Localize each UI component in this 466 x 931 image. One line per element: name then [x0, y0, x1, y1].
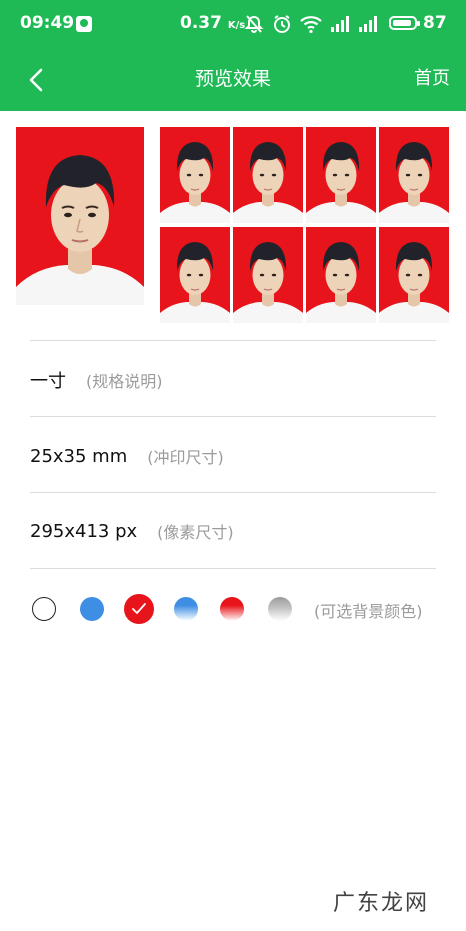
divider	[30, 416, 436, 417]
divider	[30, 492, 436, 493]
spec-pixel-note: (像素尺寸)	[157, 523, 234, 542]
network-speed: 0.37 K/s	[180, 13, 245, 33]
watermark: 广东龙网	[333, 891, 430, 916]
signal-4g-icon	[331, 16, 349, 32]
thumbnail-grid	[160, 127, 449, 323]
spec-row-size: 一寸 (规格说明)	[30, 360, 163, 400]
id-photo-thumb-6	[233, 227, 303, 323]
spec-print-note: (冲印尺寸)	[147, 448, 224, 467]
check-icon	[132, 603, 146, 614]
id-photo-thumb-2	[233, 127, 303, 223]
spec-print-value: 25x35 mm	[30, 445, 128, 467]
id-photo-thumb-8	[379, 227, 449, 323]
alarm-icon	[274, 15, 290, 33]
color-picker-note: (可选背景颜色)	[314, 602, 423, 621]
wifi-icon	[300, 16, 322, 34]
spec-size-note: (规格说明)	[86, 372, 163, 391]
color-swatch-blue-gradient[interactable]	[174, 597, 198, 621]
background-color-picker: (可选背景颜色)	[30, 594, 440, 626]
color-swatch-red[interactable]	[124, 594, 154, 624]
divider	[30, 568, 436, 569]
status-time: 09:49	[20, 13, 75, 33]
color-swatch-gray-gradient[interactable]	[268, 597, 292, 621]
spec-row-pixel: 295x413 px (像素尺寸)	[30, 511, 234, 551]
color-swatch-red-gradient[interactable]	[220, 597, 244, 621]
home-button[interactable]: 首页	[414, 64, 450, 90]
id-photo-thumb-3	[306, 127, 376, 223]
signal-4g-icon-2	[359, 16, 377, 32]
color-swatch-blue[interactable]	[80, 597, 104, 621]
spec-pixel-value: 295x413 px	[30, 520, 138, 542]
spec-row-print: 25x35 mm (冲印尺寸)	[30, 436, 224, 476]
divider	[30, 340, 436, 341]
spec-size-value: 一寸	[30, 371, 66, 392]
page-title: 预览效果	[194, 68, 271, 90]
status-bar: 09:49 0.37 K/s 87	[0, 0, 466, 48]
nav-bar: 预览效果 首页	[0, 48, 466, 111]
id-photo-large	[16, 127, 144, 305]
app-notification-icon	[76, 16, 92, 32]
mute-icon	[244, 15, 264, 33]
battery-icon	[389, 16, 420, 30]
id-photo-thumb-7	[306, 227, 376, 323]
battery-percent: 87	[423, 13, 447, 33]
network-speed-value: 0.37	[180, 13, 222, 33]
network-speed-unit: K/s	[227, 20, 246, 31]
id-photo-thumb-5	[160, 227, 230, 323]
id-photo-thumb-4	[379, 127, 449, 223]
color-swatch-white[interactable]	[32, 597, 56, 621]
id-photo-thumb-1	[160, 127, 230, 223]
